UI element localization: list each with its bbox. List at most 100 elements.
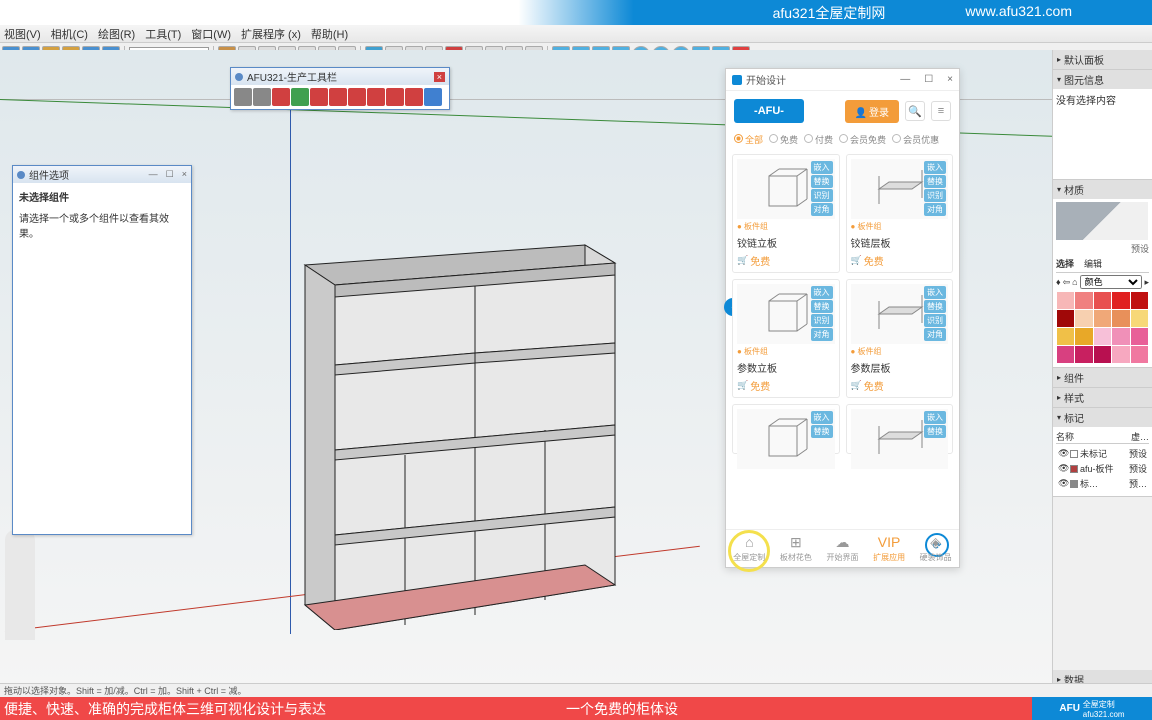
tag-row[interactable]: 👁afu-板件预设 (1058, 461, 1147, 476)
menu-camera[interactable]: 相机(C) (51, 26, 88, 42)
menu-tools[interactable]: 工具(T) (145, 26, 181, 42)
color-swatch[interactable] (1131, 292, 1148, 309)
component-card[interactable]: 嵌入替换识别对角● 板件组参数层板免费 (846, 279, 954, 398)
color-swatch[interactable] (1075, 292, 1092, 309)
color-swatch[interactable] (1112, 292, 1129, 309)
menu-view[interactable]: 视图(V) (4, 26, 41, 42)
login-button[interactable]: 👤登录 (845, 100, 899, 123)
material-preview[interactable] (1056, 202, 1148, 240)
card-action[interactable]: 识别 (924, 189, 946, 202)
prod-icon[interactable] (367, 88, 385, 106)
menu-help[interactable]: 帮助(H) (311, 26, 348, 42)
maximize-icon[interactable]: ☐ (166, 169, 174, 180)
color-swatch[interactable] (1057, 346, 1074, 363)
color-swatch[interactable] (1094, 310, 1111, 327)
menu-window[interactable]: 窗口(W) (191, 26, 231, 42)
card-action[interactable]: 嵌入 (924, 161, 946, 174)
card-action[interactable]: 嵌入 (811, 161, 833, 174)
close-icon[interactable]: × (434, 72, 445, 82)
card-action[interactable]: 对角 (924, 328, 946, 341)
minimize-icon[interactable]: — (149, 169, 158, 180)
color-swatch[interactable] (1131, 328, 1148, 345)
tab-select[interactable]: 选择 (1056, 257, 1074, 270)
menu-draw[interactable]: 绘图(R) (98, 26, 135, 42)
card-action[interactable]: 对角 (811, 203, 833, 216)
prod-icon[interactable] (386, 88, 404, 106)
prod-icon[interactable] (424, 88, 442, 106)
card-action[interactable]: 替换 (924, 425, 946, 438)
color-swatch[interactable] (1112, 346, 1129, 363)
production-toolbar[interactable]: AFU321-生产工具栏 × (230, 67, 450, 110)
color-swatch[interactable] (1057, 328, 1074, 345)
component-card[interactable]: 嵌入替换识别对角● 板件组参数立板免费 (732, 279, 840, 398)
card-action[interactable]: 识别 (924, 314, 946, 327)
menu-extensions[interactable]: 扩展程序 (x) (241, 26, 301, 42)
color-swatch[interactable] (1094, 328, 1111, 345)
prod-icon[interactable] (291, 88, 309, 106)
card-action[interactable]: 对角 (924, 203, 946, 216)
tab-edit[interactable]: 编辑 (1084, 257, 1102, 270)
prod-icon[interactable] (405, 88, 423, 106)
materials-head[interactable]: 材质 (1053, 180, 1152, 199)
prod-icon[interactable] (329, 88, 347, 106)
card-action[interactable]: 嵌入 (924, 286, 946, 299)
color-swatch[interactable] (1075, 328, 1092, 345)
components-head[interactable]: 组件 (1053, 368, 1152, 387)
tag-row[interactable]: 👁标…预… (1058, 476, 1147, 491)
nav-materials[interactable]: ⊞板材花色 (780, 534, 812, 563)
filter-all[interactable]: 全部 (745, 135, 763, 145)
color-swatch[interactable] (1094, 346, 1111, 363)
minimize-icon[interactable]: — (900, 74, 910, 85)
component-card[interactable]: 嵌入替换识别对角● 板件组铰链立板免费 (732, 154, 840, 273)
nav-start[interactable]: ☁开始界面 (826, 534, 858, 563)
color-swatch[interactable] (1057, 310, 1074, 327)
menu-icon[interactable]: ≡ (931, 101, 951, 121)
color-swatch[interactable] (1131, 346, 1148, 363)
card-action[interactable]: 嵌入 (811, 411, 833, 424)
card-action[interactable]: 替换 (811, 300, 833, 313)
nav-vip[interactable]: VIP扩展应用 (873, 534, 905, 563)
component-card[interactable]: 嵌入替换识别对角● 板件组铰链层板免费 (846, 154, 954, 273)
prod-icon[interactable] (253, 88, 271, 106)
card-action[interactable]: 替换 (811, 425, 833, 438)
color-select[interactable]: 颜色 (1080, 275, 1143, 289)
filter-paid[interactable]: 付费 (815, 135, 833, 145)
component-card[interactable]: 嵌入替换 (846, 404, 954, 454)
card-action[interactable]: 替换 (811, 175, 833, 188)
card-action[interactable]: 嵌入 (811, 286, 833, 299)
color-swatch[interactable] (1094, 292, 1111, 309)
color-swatch[interactable] (1131, 310, 1148, 327)
maximize-icon[interactable]: ☐ (924, 74, 933, 85)
nav-home[interactable]: ⌂全屋定制 (733, 534, 765, 563)
close-icon[interactable]: × (182, 169, 187, 180)
card-action[interactable]: 替换 (924, 300, 946, 313)
color-swatch[interactable] (1112, 310, 1129, 327)
color-swatch[interactable] (1057, 292, 1074, 309)
tags-head[interactable]: 标记 (1053, 408, 1152, 427)
component-options-panel[interactable]: 组件选项 — ☐ × 未选择组件 请选择一个或多个组件以查看其效果。 (12, 165, 192, 535)
search-icon[interactable]: 🔍 (905, 101, 925, 121)
prod-icon[interactable] (348, 88, 366, 106)
card-action[interactable]: 嵌入 (924, 411, 946, 424)
color-swatch[interactable] (1075, 346, 1092, 363)
color-swatch[interactable] (1112, 328, 1129, 345)
cabinet-model[interactable] (275, 235, 625, 630)
nav-decor[interactable]: ◈硬装饰品 (920, 534, 952, 563)
close-icon[interactable]: × (947, 74, 953, 85)
filter-member-discount[interactable]: 会员优惠 (903, 135, 939, 145)
component-card[interactable]: 嵌入替换 (732, 404, 840, 454)
filter-free[interactable]: 免费 (780, 135, 798, 145)
tray-title[interactable]: 默认面板 (1053, 50, 1152, 69)
color-swatch[interactable] (1075, 310, 1092, 327)
prod-icon[interactable] (234, 88, 252, 106)
card-action[interactable]: 替换 (924, 175, 946, 188)
prod-icon[interactable] (272, 88, 290, 106)
card-action[interactable]: 对角 (811, 328, 833, 341)
tag-row[interactable]: 👁未标记预设 (1058, 446, 1147, 461)
prod-icon[interactable] (310, 88, 328, 106)
styles-head[interactable]: 样式 (1053, 388, 1152, 407)
card-action[interactable]: 识别 (811, 314, 833, 327)
entity-info-head[interactable]: 图元信息 (1053, 70, 1152, 89)
filter-member-free[interactable]: 会员免费 (850, 135, 886, 145)
card-action[interactable]: 识别 (811, 189, 833, 202)
